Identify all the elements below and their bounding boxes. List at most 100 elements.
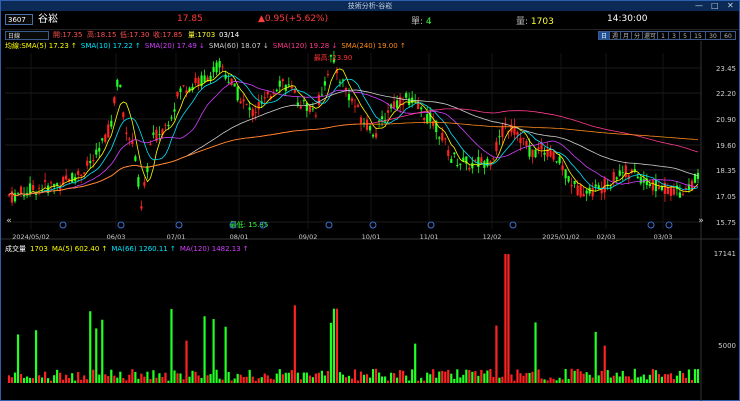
volume-bar: [546, 380, 549, 383]
candle-body: [149, 143, 152, 145]
volume-bar: [648, 374, 651, 383]
window-title: 技術分析-谷崧: [347, 2, 393, 10]
volume-bar: [311, 377, 314, 383]
volume-bar: [281, 374, 284, 383]
volume-bar: [134, 371, 137, 383]
candle-body: [540, 144, 543, 150]
volume-bar: [399, 370, 402, 383]
candle-body: [558, 156, 561, 164]
candle-body: [158, 134, 161, 136]
minimize-button[interactable]: —: [695, 1, 703, 11]
volume-bar: [122, 378, 125, 383]
candle-body: [251, 109, 254, 117]
period-tab[interactable]: 還可: [642, 31, 658, 40]
period-tab[interactable]: 60: [720, 31, 736, 40]
chart-controls: 日線 開:17.35 高:18.15 低:17.30 收:17.85 量:170…: [1, 30, 739, 41]
candle-body: [16, 193, 20, 195]
candle-body: [447, 150, 450, 157]
volume-bar: [687, 369, 691, 383]
date-tick-label: 11/01: [420, 233, 439, 241]
volume-bar: [576, 368, 579, 383]
candle-body: [179, 88, 182, 93]
volume-bar: [603, 345, 606, 383]
candle-body: [266, 91, 269, 95]
candle-body: [380, 116, 384, 120]
volume-bar: [185, 340, 188, 383]
volume-bar: [675, 375, 679, 383]
candle-body: [657, 186, 660, 189]
volume-bar: [609, 377, 612, 383]
volume-bar: [411, 369, 414, 383]
candle-body: [86, 160, 89, 166]
volume-bar: [663, 374, 666, 383]
candle-body: [281, 79, 284, 82]
candle-body: [37, 187, 41, 189]
volume-bar: [227, 371, 230, 383]
volume-bar: [555, 380, 558, 383]
volume-bar: [444, 371, 447, 383]
period-tab[interactable]: 15: [690, 31, 706, 40]
bid-qty: 單: 4: [411, 14, 432, 27]
volume-bar: [516, 369, 519, 383]
candle-body: [221, 66, 224, 68]
volume-label: 量:: [516, 17, 529, 27]
candle-body: [59, 187, 62, 190]
volume-bar: [365, 374, 369, 383]
volume-bar: [380, 376, 384, 383]
candle-body: [248, 107, 251, 110]
volume-bar: [86, 379, 89, 383]
price-tick-label: 22.20: [716, 90, 736, 98]
candle-body: [296, 102, 299, 106]
candle-body: [236, 86, 239, 101]
candle-body: [305, 102, 308, 111]
event-marker: [175, 221, 183, 229]
date-tick-label: 08/01: [230, 233, 249, 241]
date-tick-label: 2024/05/02: [12, 233, 49, 241]
volume-bar: [194, 371, 197, 383]
volume-bar: [113, 375, 116, 383]
close-button[interactable]: ✕: [727, 1, 734, 11]
date-tick-label: 10/01: [362, 233, 381, 241]
candle-body: [459, 163, 462, 165]
candle-body: [308, 106, 311, 112]
candle-body: [323, 81, 327, 86]
volume-bar: [435, 377, 438, 383]
volume-bar: [104, 374, 107, 383]
candle-body: [405, 93, 408, 98]
price-chart[interactable]: 23.45 22.20 20.90 19.60 18.35 17.05 15.75 2024/…: [1, 41, 739, 401]
candle-body: [50, 182, 53, 184]
candle-body: [116, 79, 119, 87]
candle-body: [561, 165, 564, 171]
volume-bar: [684, 377, 688, 383]
volume-bar: [636, 377, 639, 383]
scroll-left-icon[interactable]: «: [6, 216, 12, 226]
candle-body: [564, 169, 567, 179]
candle-body: [263, 97, 266, 99]
candle-body: [65, 175, 68, 180]
volume-bar: [347, 375, 351, 383]
period-select[interactable]: 日線: [5, 31, 49, 40]
period-tab[interactable]: 30: [705, 31, 721, 40]
stock-code-input[interactable]: 3607: [5, 14, 33, 25]
volume-bar: [489, 368, 492, 383]
candle-body: [218, 60, 221, 68]
volume-bar: [152, 370, 155, 383]
candle-body: [119, 84, 122, 88]
volume-bar: [50, 380, 53, 383]
candle-body: [299, 106, 302, 109]
volume-bar: [450, 373, 453, 383]
candle-body: [636, 176, 639, 179]
scroll-right-icon[interactable]: »: [698, 216, 704, 226]
candle-body: [456, 165, 459, 167]
volume-bar: [492, 376, 495, 383]
volume-bar: [383, 376, 387, 383]
volume-bar: [13, 372, 17, 383]
volume-tick-label: 5000: [718, 342, 736, 350]
maximize-button[interactable]: □: [711, 1, 719, 11]
candle-body: [639, 177, 642, 184]
candle-body: [516, 132, 519, 135]
candle-body: [350, 98, 354, 102]
candle-body: [224, 74, 227, 79]
candle-body: [257, 102, 260, 110]
volume-bar: [110, 369, 113, 383]
